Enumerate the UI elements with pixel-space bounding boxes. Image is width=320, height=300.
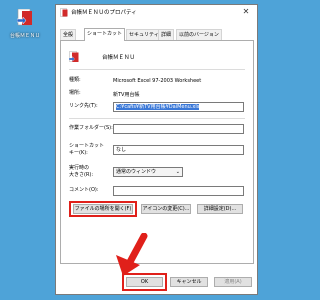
- properties-dialog: 台帳ＭＥＮＵのプロパティ ✕ 全般 ショートカット セキュリティ 詳細 以前のバ…: [55, 4, 258, 295]
- advanced-button[interactable]: 詳細設定(D)...: [197, 204, 243, 214]
- tab-general[interactable]: 全般: [60, 29, 77, 40]
- tab-strip: 全般 ショートカット セキュリティ 詳細 以前のバージョン: [60, 28, 255, 41]
- title-bar[interactable]: 台帳ＭＥＮＵのプロパティ ✕: [56, 5, 257, 20]
- shortcut-name: 台帳ＭＥＮＵ: [102, 55, 136, 61]
- run-label: 実行時の 大きさ(R):: [69, 165, 94, 178]
- excel-file-icon: [60, 8, 68, 17]
- chevron-down-icon: ⌄: [175, 169, 180, 175]
- excel-file-icon: [16, 8, 32, 26]
- location-label: 場所:: [69, 90, 81, 96]
- startin-field[interactable]: [113, 124, 244, 134]
- target-label: リンク先(T):: [69, 103, 98, 109]
- type-label: 種類:: [69, 77, 81, 83]
- tab-previous-versions[interactable]: 以前のバージョン: [176, 29, 222, 40]
- desktop-icon-label: 台帳ＭＥＮＵ: [9, 33, 40, 39]
- desktop-shortcut-icon[interactable]: 台帳ＭＥＮＵ: [3, 8, 47, 39]
- comment-label: コメント(O):: [69, 187, 99, 193]
- window-title: 台帳ＭＥＮＵのプロパティ: [71, 10, 137, 16]
- run-select[interactable]: 通常のウィンドウ ⌄: [113, 167, 183, 177]
- type-value: Microsoft Excel 97-2003 Worksheet: [113, 78, 202, 84]
- hotkey-label: ショートカット キー(K):: [69, 143, 105, 156]
- tab-security[interactable]: セキュリティ: [126, 29, 162, 40]
- location-value: 新TV用台帳: [113, 92, 140, 98]
- shortcut-tab-panel: 台帳ＭＥＮＵ 種類: Microsoft Excel 97-2003 Works…: [60, 40, 254, 264]
- divider: [69, 69, 245, 70]
- startin-label: 作業フォルダー(S):: [69, 125, 113, 131]
- close-icon[interactable]: ✕: [238, 6, 254, 18]
- target-field[interactable]: C:¥cafis¥新TV用台帳¥DaiMenu.xls: [113, 102, 244, 112]
- cancel-button[interactable]: キャンセル: [170, 277, 208, 287]
- change-icon-button[interactable]: アイコンの変更(C)...: [141, 204, 191, 214]
- run-selected-value: 通常のウィンドウ: [116, 169, 157, 175]
- tab-shortcut[interactable]: ショートカット: [84, 28, 126, 41]
- comment-field[interactable]: [113, 186, 244, 196]
- hotkey-field[interactable]: なし: [113, 145, 244, 155]
- divider: [69, 118, 245, 119]
- red-arrow-icon: [116, 233, 148, 276]
- apply-button[interactable]: 適用(A): [214, 277, 252, 287]
- target-selected-text: C:¥cafis¥新TV用台帳¥DaiMenu.xls: [116, 104, 200, 110]
- excel-file-icon: [69, 51, 79, 62]
- tab-details[interactable]: 詳細: [158, 29, 175, 40]
- highlight-box: [69, 201, 137, 217]
